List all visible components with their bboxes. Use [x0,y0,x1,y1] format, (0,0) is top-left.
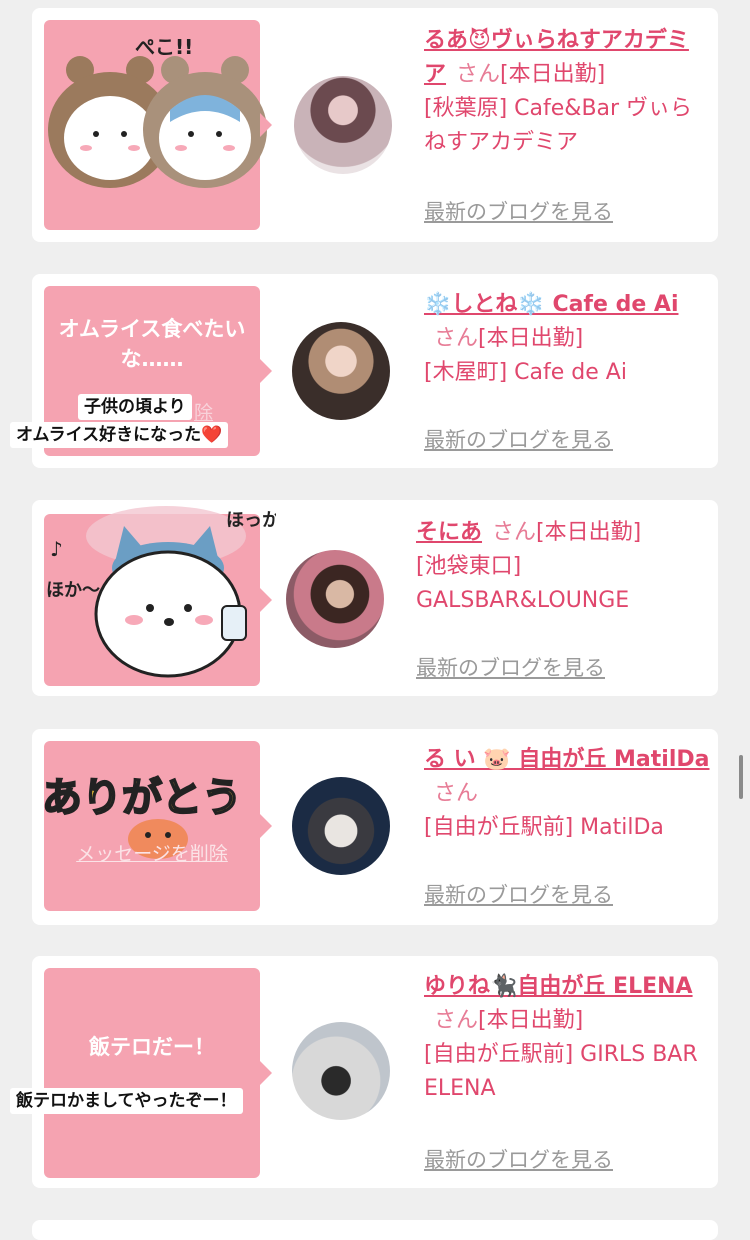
cast-name-link[interactable]: る い 🐷 自由が丘 MatilDa [424,747,709,772]
photo-caption: 飯テロかましてやったぞー！ [10,1088,243,1114]
cast-avatar[interactable] [286,550,384,648]
blog-card: ほっか ほか〜 ♪ そにあ さん[本日出勤] [池袋東口] GALSBAR&LOU… [32,500,718,696]
store-label: [自由が丘駅前] MatilDa [424,815,664,840]
sticker-text: ほか〜 [46,580,100,601]
blog-card: 飯テロだー！ 飯テロかましてやったぞー！ ゆりね🐈‍⬛自由が丘 ELENAさん[… [10,956,718,1188]
cast-avatar[interactable] [292,322,390,420]
cast-name-link[interactable]: ゆりね🐈‍⬛自由が丘 ELENA [424,974,693,999]
status-label: [本日出勤] [536,520,642,545]
sticker-text: ぺこ!! [135,35,193,59]
blog-card: ありがとう メッセージを削除 る い 🐷 自由が丘 MatilDa さん [自由が… [32,729,718,925]
latest-blog-link[interactable]: 最新のブログを見る [424,879,613,909]
cast-info: る い 🐷 自由が丘 MatilDa さん [自由が丘駅前] MatilDa [424,743,710,845]
latest-blog-link[interactable]: 最新のブログを見る [424,196,613,226]
bubble-message: 飯テロだー！ [89,1035,215,1059]
photo-caption: オムライス好きになった❤️ [10,422,229,448]
blog-card: ぺこ!! るあ😈ヴぃらねすアカデミア さん[本日出勤] [秋葉原] Cafe&Ba… [32,8,718,242]
latest-blog-link[interactable]: 最新のブログを見る [416,652,605,682]
store-label: [池袋東口] GALSBAR&LOUNGE [416,554,630,613]
cast-name-link[interactable]: そにあ [416,520,482,545]
bubble-partial-text: 除 [194,402,214,424]
honorific: さん [434,326,479,351]
scrollbar-thumb[interactable] [739,755,743,799]
honorific: さん [434,781,479,806]
cast-info: るあ😈ヴぃらねすアカデミア さん[本日出勤] [秋葉原] Cafe&Bar ヴぃら… [424,24,704,160]
store-label: [自由が丘駅前] GIRLS BAR ELENA [424,1042,698,1101]
message-bubble[interactable]: ありがとう メッセージを削除 [41,741,272,911]
sticker-text: ありがとう [42,775,242,821]
status-label: [本日出勤] [500,62,606,87]
bear-hood-sticker: ぺこ!! [48,35,267,188]
music-note-icon: ♪ [50,537,63,561]
message-bubble[interactable]: ほっか ほか〜 ♪ [44,506,276,686]
status-label: [本日出勤] [478,326,584,351]
latest-blog-link[interactable]: 最新のブログを見る [424,424,613,454]
cast-avatar[interactable] [294,76,392,174]
cast-avatar[interactable] [292,777,390,875]
photo-caption: 子供の頃より [78,394,192,420]
cast-info: そにあ さん[本日出勤] [池袋東口] GALSBAR&LOUNGE [416,516,710,618]
bubble-message: オムライス食べたいな…… [58,317,246,371]
cast-avatar[interactable] [292,1022,390,1120]
cat-hood-sticker: ほっか ほか〜 ♪ [46,506,276,678]
cast-name-link[interactable]: ❄️しとね❄️ Cafe de Ai [424,292,678,317]
honorific: さん [456,62,501,87]
delete-message-link[interactable]: メッセージを削除 [44,839,260,866]
honorific: さん [492,520,537,545]
message-bubble[interactable]: ぺこ!! [44,20,272,230]
message-bubble[interactable]: 飯テロだー！ [44,968,272,1178]
blog-card [32,1220,718,1240]
honorific: さん [434,1008,479,1033]
store-label: [木屋町] Cafe de Ai [424,360,627,385]
latest-blog-link[interactable]: 最新のブログを見る [424,1144,613,1174]
cast-info: ゆりね🐈‍⬛自由が丘 ELENA さん[本日出勤] [自由が丘駅前] GIRLS … [424,970,714,1106]
store-label: [秋葉原] Cafe&Bar ヴぃらねすアカデミア [424,96,693,155]
cast-info: ❄️しとね❄️ Cafe de Ai さん[本日出勤] [木屋町] Cafe de… [424,288,704,390]
sticker-text: ほっか [226,510,276,531]
blog-card: オムライス食べたいな…… 除 子供の頃より オムライス好きになった❤️ ❄️しと… [10,274,718,468]
status-label: [本日出勤] [478,1008,584,1033]
